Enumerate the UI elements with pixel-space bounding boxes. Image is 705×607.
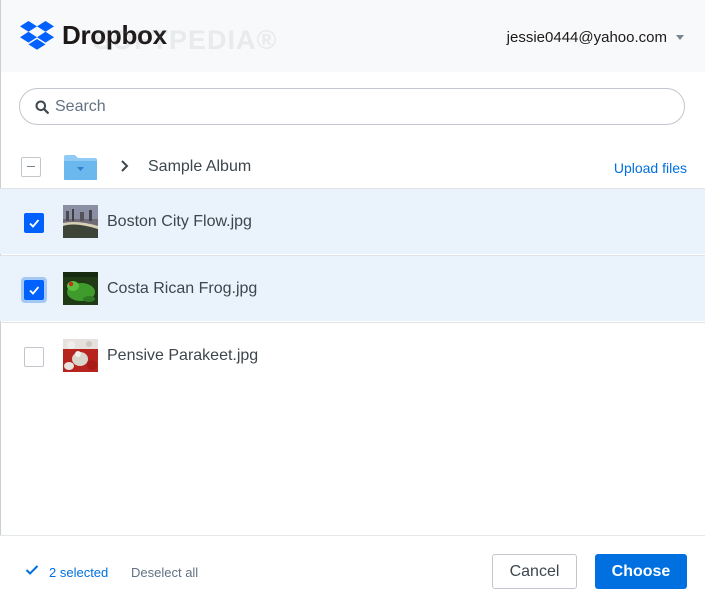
watermark: SOFTPEDIA® bbox=[93, 25, 278, 55]
search-icon bbox=[35, 100, 49, 114]
checkmark-icon bbox=[29, 286, 40, 295]
file-thumbnail bbox=[63, 272, 98, 305]
file-row[interactable]: Boston City Flow.jpg bbox=[0, 188, 705, 254]
dropbox-icon bbox=[20, 20, 54, 50]
file-name: Costa Rican Frog.jpg bbox=[107, 280, 258, 297]
file-row[interactable]: Costa Rican Frog.jpg bbox=[0, 255, 705, 321]
checkmark-icon bbox=[29, 219, 40, 228]
file-checkbox[interactable] bbox=[24, 213, 44, 233]
check-icon bbox=[25, 565, 39, 575]
chooser-footer: 2 selected Deselect all Cancel Choose bbox=[0, 535, 705, 607]
upload-files-link[interactable]: Upload files bbox=[614, 160, 687, 176]
folder-icon[interactable] bbox=[63, 153, 98, 181]
select-all-checkbox[interactable] bbox=[21, 157, 41, 177]
account-email: jessie0444@yahoo.com bbox=[506, 29, 667, 46]
file-thumbnail bbox=[63, 205, 98, 238]
search-input[interactable] bbox=[53, 96, 637, 117]
file-thumbnail bbox=[63, 339, 98, 372]
cancel-button[interactable]: Cancel bbox=[492, 554, 577, 589]
breadcrumb: Sample Album Upload files bbox=[0, 148, 705, 188]
file-row[interactable]: Pensive Parakeet.jpg bbox=[0, 322, 705, 388]
chevron-right-icon bbox=[121, 160, 129, 172]
file-name: Pensive Parakeet.jpg bbox=[107, 347, 259, 364]
account-menu[interactable]: jessie0444@yahoo.com bbox=[507, 29, 684, 46]
search-box[interactable] bbox=[19, 88, 685, 125]
choose-button[interactable]: Choose bbox=[595, 554, 687, 589]
selected-count: 2 selected bbox=[49, 565, 109, 580]
chooser-header: Dropbox SOFTPEDIA® jessie0444@yahoo.com bbox=[1, 0, 705, 72]
chevron-down-icon bbox=[676, 35, 684, 40]
list-end bbox=[0, 388, 705, 389]
file-checkbox[interactable] bbox=[24, 347, 44, 367]
deselect-all-link[interactable]: Deselect all bbox=[131, 565, 198, 580]
current-folder-label[interactable]: Sample Album bbox=[148, 158, 251, 176]
file-name: Boston City Flow.jpg bbox=[107, 213, 252, 230]
file-checkbox[interactable] bbox=[24, 280, 44, 300]
